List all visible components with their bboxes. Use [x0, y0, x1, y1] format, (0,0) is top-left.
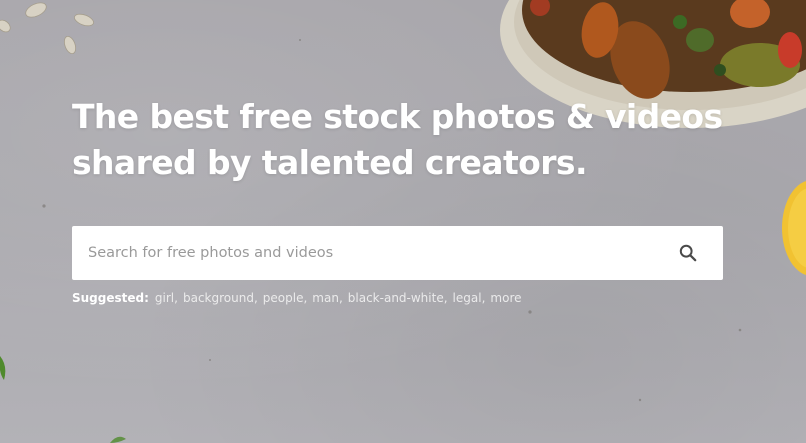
suggested-link-background[interactable]: background	[183, 291, 254, 305]
suggested-link-people[interactable]: people	[263, 291, 304, 305]
separator: ,	[338, 291, 343, 305]
hero-background-image	[0, 0, 806, 443]
search-bar	[72, 226, 723, 280]
suggested-label: Suggested:	[72, 291, 149, 305]
hero-headline: The best free stock photos & videos shar…	[72, 94, 724, 186]
separator: ,	[253, 291, 258, 305]
separator: ,	[174, 291, 178, 305]
hero-content: The best free stock photos & videos shar…	[72, 94, 724, 305]
suggested-link-more[interactable]: more	[490, 291, 521, 305]
hero-headline-line-2: shared by talented creators.	[72, 143, 587, 182]
suggested-link-black-and-white[interactable]: black-and-white	[348, 291, 444, 305]
separator: ,	[303, 291, 308, 305]
hero-headline-line-1: The best free stock photos & videos	[72, 97, 723, 136]
suggested-link-girl[interactable]: girl	[155, 291, 174, 305]
suggested-link-legal[interactable]: legal	[453, 291, 482, 305]
search-icon	[679, 244, 697, 262]
separator: ,	[443, 291, 448, 305]
search-button[interactable]	[668, 237, 708, 269]
separator: ,	[481, 291, 486, 305]
suggested-link-man[interactable]: man	[312, 291, 339, 305]
suggested-searches: Suggested: girl, background, people, man, bla…	[72, 291, 522, 305]
hero-section: The best free stock photos & videos shar…	[0, 0, 806, 443]
search-input[interactable]	[72, 226, 652, 280]
